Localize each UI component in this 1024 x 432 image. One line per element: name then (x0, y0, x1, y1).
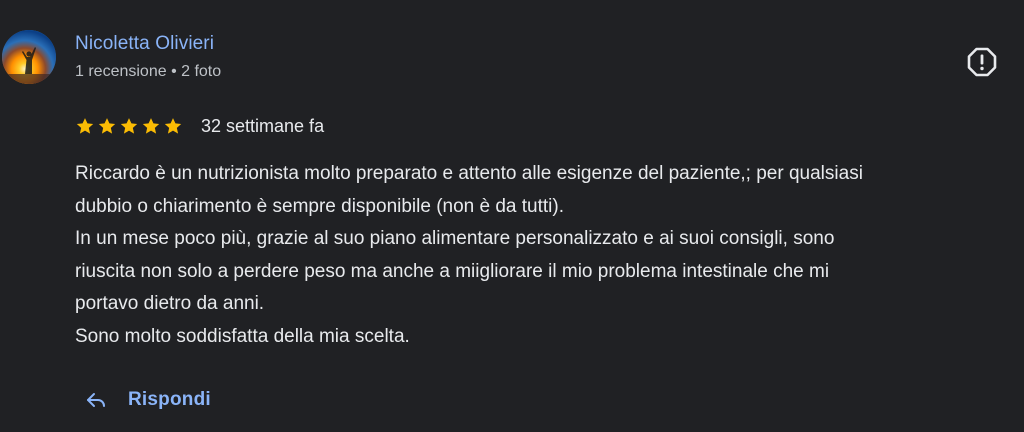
report-button[interactable] (966, 46, 998, 78)
review-text-line: In un mese poco più, grazie al suo piano… (75, 228, 835, 249)
rating-row: 32 settimane fa (75, 114, 324, 138)
reply-label: Rispondi (128, 389, 211, 410)
review-text-line: Sono molto soddisfatta della mia scelta. (75, 325, 410, 347)
star-icon (76, 118, 94, 134)
review-text-line: dubbio o chiarimento è sempre disponibil… (75, 195, 565, 217)
reply-button[interactable]: Rispondi (84, 384, 211, 416)
review-text-line: portavo dietro da anni. (75, 293, 265, 314)
report-flag-icon (967, 47, 997, 77)
author-avatar[interactable] (2, 30, 56, 84)
star-icon (164, 118, 182, 134)
review-text-line: riuscita non solo a perdere peso ma anch… (75, 260, 830, 282)
author-meta: 1 recensione • 2 foto (75, 63, 222, 80)
review-text-line: Riccardo è un nutrizionista molto prepar… (75, 163, 863, 184)
review-time: 32 settimane fa (201, 115, 325, 136)
star-icon (120, 118, 138, 134)
author-name[interactable]: Nicoletta Olivieri (75, 33, 214, 55)
star-rating (75, 116, 183, 136)
star-icon (98, 118, 116, 134)
review-text: Riccardo è un nutrizionista molto prepar… (75, 158, 1010, 353)
star-icon (142, 118, 160, 134)
reply-arrow-icon (87, 393, 105, 407)
person-sunset-photo (2, 30, 56, 84)
